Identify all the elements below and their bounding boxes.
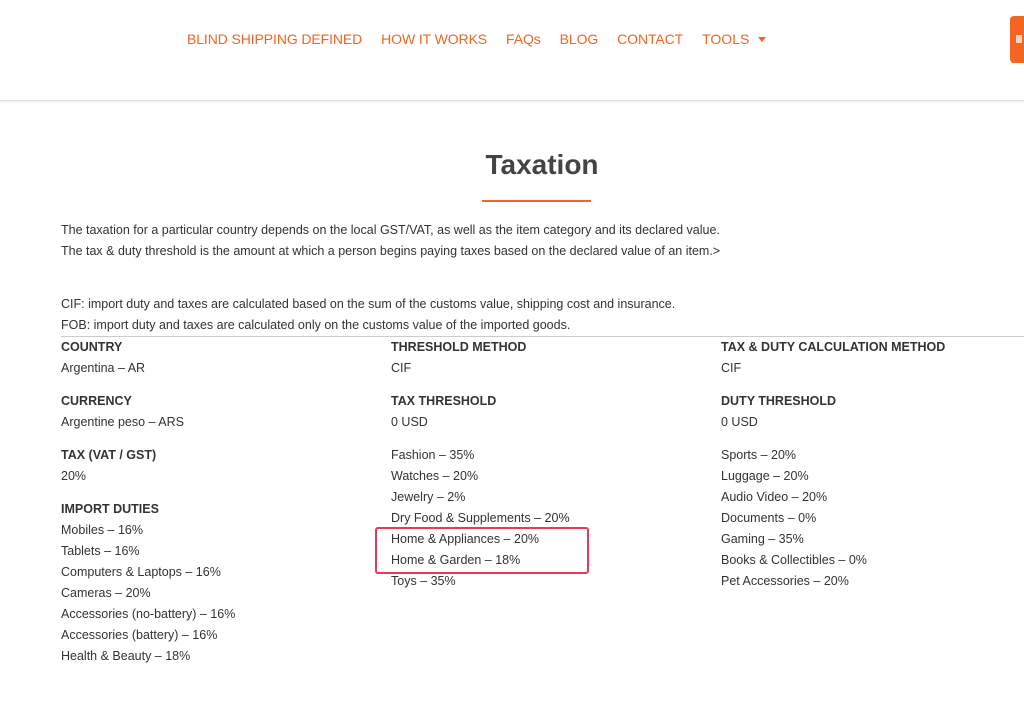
page-title: Taxation [485, 149, 599, 180]
duty-item: Pet Accessories – 20% [721, 574, 849, 588]
currency-label: CURRENCY [61, 394, 132, 408]
duty-item: Cameras – 20% [61, 586, 151, 600]
highlight-box [375, 527, 589, 574]
duty-item: Health & Beauty – 18% [61, 649, 191, 663]
nav-faqs[interactable]: FAQs [506, 31, 541, 47]
import-duties-label: IMPORT DUTIES [61, 502, 159, 516]
duty-item: Toys – 35% [391, 574, 456, 588]
tax-value: 20% [61, 469, 87, 483]
duty-item: Sports – 20% [721, 448, 797, 462]
nav-blind-shipping-defined[interactable]: BLIND SHIPPING DEFINED [187, 31, 362, 47]
cif-definition: CIF: import duty and taxes are calculate… [61, 297, 676, 311]
duty-item: Accessories (no-battery) – 16% [61, 607, 236, 621]
nav-blog[interactable]: BLOG [560, 31, 599, 47]
duty-threshold-label: DUTY THRESHOLD [721, 394, 837, 408]
duty-item: Accessories (battery) – 16% [61, 628, 218, 642]
caret-down-icon [758, 36, 767, 42]
duty-item: Jewelry – 2% [391, 490, 466, 504]
duty-item: Gaming – 35% [721, 532, 804, 546]
fob-definition: FOB: import duty and taxes are calculate… [61, 318, 571, 332]
intro-line: The tax & duty threshold is the amount a… [61, 244, 721, 258]
duty-item: Mobiles – 16% [61, 523, 143, 537]
tax-threshold-value: 0 USD [391, 415, 428, 429]
definitions-text: CIF: import duty and taxes are calculate… [61, 294, 675, 336]
duty-item: Dry Food & Supplements – 20% [391, 511, 570, 525]
title-underline [482, 200, 591, 202]
calc-method-value: CIF [721, 361, 742, 375]
site-header: BLIND SHIPPING DEFINED HOW IT WORKS FAQs… [0, 0, 1024, 101]
duty-item: Watches – 20% [391, 469, 479, 483]
calc-method-label: TAX & DUTY CALCULATION METHOD [721, 340, 946, 354]
intro-line: The taxation for a particular country de… [61, 223, 720, 237]
cart-icon [1016, 35, 1022, 43]
duty-item: Audio Video – 20% [721, 490, 828, 504]
tax-label: TAX (VAT / GST) [61, 448, 157, 462]
tax-threshold-label: TAX THRESHOLD [391, 394, 497, 408]
main-nav: BLIND SHIPPING DEFINED HOW IT WORKS FAQs… [187, 31, 767, 47]
duty-item: Luggage – 20% [721, 469, 809, 483]
duty-item: Computers & Laptops – 16% [61, 565, 221, 579]
intro-text: The taxation for a particular country de… [61, 220, 720, 262]
duty-threshold-value: 0 USD [721, 415, 758, 429]
header-action-button[interactable] [1010, 16, 1024, 63]
duty-item: Tablets – 16% [61, 544, 140, 558]
duty-item: Books & Collectibles – 0% [721, 553, 867, 567]
nav-tools-label: TOOLS [702, 31, 750, 47]
threshold-method-label: THRESHOLD METHOD [391, 340, 527, 354]
info-column-1: COUNTRY Argentina – AR CURRENCY Argentin… [61, 337, 235, 667]
nav-how-it-works[interactable]: HOW IT WORKS [381, 31, 487, 47]
country-label: COUNTRY [61, 340, 123, 354]
currency-value: Argentine peso – ARS [61, 415, 184, 429]
duty-item: Fashion – 35% [391, 448, 475, 462]
threshold-method-value: CIF [391, 361, 412, 375]
duty-item: Documents – 0% [721, 511, 817, 525]
info-column-3: TAX & DUTY CALCULATION METHOD CIF DUTY T… [721, 337, 945, 592]
nav-contact[interactable]: CONTACT [617, 31, 683, 47]
country-value: Argentina – AR [61, 361, 146, 375]
nav-tools-dropdown[interactable]: TOOLS [702, 31, 767, 47]
